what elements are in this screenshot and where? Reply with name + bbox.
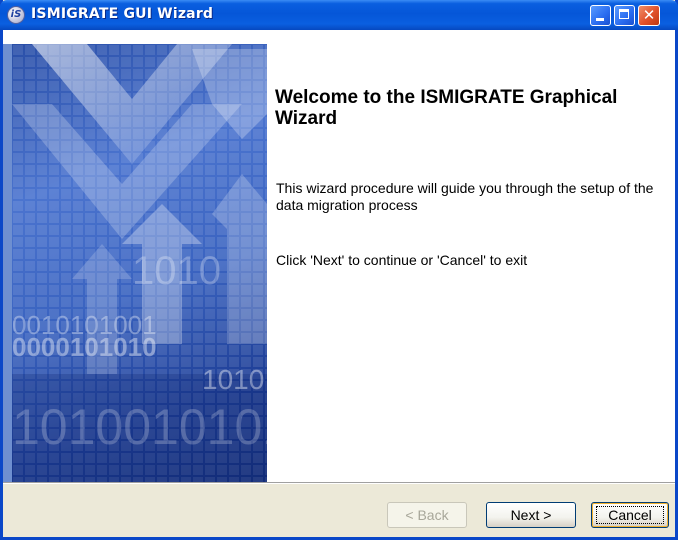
back-button[interactable]: < Back	[387, 502, 467, 528]
navigation-hint: Click 'Next' to continue or 'Cancel' to …	[276, 252, 528, 268]
binary-text: 1010	[202, 364, 264, 395]
side-banner-image: 1010 0010101001 0000101010 1010 10100101…	[12, 44, 267, 484]
minimize-icon	[596, 18, 604, 21]
binary-text: 0000101010	[12, 332, 157, 362]
binary-text: 1010	[132, 249, 221, 293]
intro-text: This wizard procedure will guide you thr…	[276, 180, 654, 213]
focus-rectangle	[596, 506, 664, 524]
page-title: Welcome to the ISMIGRATE Graphical Wizar…	[275, 87, 618, 129]
side-art-edge	[3, 44, 12, 484]
wizard-window: iS ISMIGRATE GUI Wizard ✕ 1010 001010100…	[0, 0, 678, 540]
next-button[interactable]: Next >	[486, 502, 576, 528]
close-button[interactable]: ✕	[638, 5, 660, 26]
close-icon: ✕	[642, 6, 656, 24]
cancel-button[interactable]: Cancel	[591, 502, 669, 528]
window-title: ISMIGRATE GUI Wizard	[31, 6, 214, 22]
footer-divider-highlight	[3, 483, 675, 484]
maximize-icon	[619, 9, 629, 19]
app-icon[interactable]: iS	[7, 6, 25, 24]
maximize-button[interactable]	[614, 5, 635, 26]
banner-graphic: 1010 0010101001 0000101010 1010 10100101…	[12, 44, 267, 484]
binary-text: 10100101010	[12, 399, 267, 455]
title-bar[interactable]: iS ISMIGRATE GUI Wizard ✕	[0, 0, 678, 30]
minimize-button[interactable]	[590, 5, 611, 26]
